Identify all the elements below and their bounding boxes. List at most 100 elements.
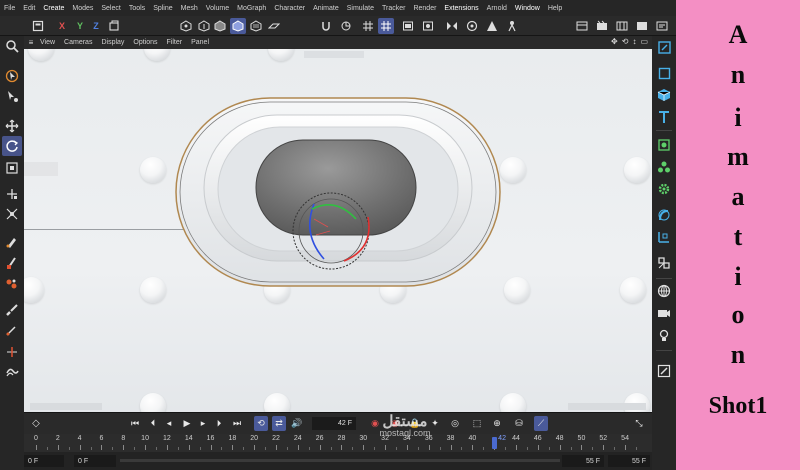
menu-animate[interactable]: Animate — [313, 5, 339, 12]
snap-icon[interactable] — [318, 18, 334, 34]
viewport-menu-options[interactable]: Options — [133, 39, 157, 46]
range-slider-track[interactable] — [120, 459, 560, 462]
sound-icon[interactable]: 🔊 — [290, 416, 304, 431]
next-key-icon[interactable]: ⏵ — [212, 416, 226, 431]
deformer-icon[interactable] — [484, 18, 500, 34]
fields-icon[interactable] — [655, 254, 673, 272]
menu-edit[interactable]: Edit — [23, 5, 35, 12]
goto-start-icon[interactable]: ⏮ — [128, 416, 142, 431]
magnet-tool-icon[interactable] — [2, 362, 22, 382]
spline-sketch-icon[interactable] — [2, 252, 22, 272]
timeline-expand-icon[interactable]: ⤡ — [632, 416, 646, 431]
open-palette-icon[interactable] — [655, 38, 673, 56]
text-object-icon[interactable] — [655, 108, 673, 126]
prev-frame-icon[interactable]: ◂ — [162, 416, 176, 431]
paint-tool-icon[interactable] — [2, 274, 22, 294]
live-selection-icon[interactable] — [2, 86, 22, 106]
menu-create[interactable]: Create — [43, 5, 64, 12]
menu-tracker[interactable]: Tracker — [382, 5, 405, 12]
undo-icon[interactable] — [30, 18, 46, 34]
layout-uv-icon[interactable] — [614, 18, 630, 34]
range-start-field[interactable]: 0 F — [74, 455, 116, 467]
dolly-icon[interactable]: ↕ — [632, 37, 636, 46]
menu-arnold[interactable]: Arnold — [487, 5, 507, 12]
placement-tool-icon[interactable] — [2, 204, 22, 224]
guide-snap-icon[interactable] — [378, 18, 394, 34]
scale-tool-icon[interactable] — [2, 158, 22, 178]
character-icon[interactable] — [504, 18, 520, 34]
knife-tool-icon[interactable] — [2, 320, 22, 340]
cloner-icon[interactable] — [655, 136, 673, 154]
3d-viewport[interactable] — [24, 49, 652, 412]
transform-tool-icon[interactable] — [2, 184, 22, 204]
menu-mesh[interactable]: Mesh — [181, 5, 198, 12]
polygon-pen-icon[interactable] — [2, 342, 22, 362]
picture-viewer-icon[interactable] — [420, 18, 436, 34]
orbit-icon[interactable]: ⟲ — [622, 37, 629, 46]
select-tool-icon[interactable] — [2, 66, 22, 86]
menu-modes[interactable]: Modes — [72, 5, 93, 12]
menu-volume[interactable]: Volume — [206, 5, 229, 12]
key-param-icon[interactable]: ⊕ — [490, 416, 504, 431]
viewport-menu-view[interactable]: View — [40, 39, 55, 46]
menu-file[interactable]: File — [4, 5, 15, 12]
play-icon[interactable]: ▶ — [180, 416, 194, 431]
texture-mode-icon[interactable] — [248, 18, 264, 34]
grid-snap-icon[interactable] — [360, 18, 376, 34]
scene-globe-icon[interactable] — [655, 282, 673, 300]
range-min-field[interactable]: 0 F — [24, 455, 64, 467]
interpolation-icon[interactable]: ⟋ — [534, 416, 548, 431]
range-end-field[interactable]: 55 F — [562, 455, 604, 467]
axis-snap-icon[interactable] — [338, 18, 354, 34]
next-frame-icon[interactable]: ▸ — [196, 416, 210, 431]
menu-character[interactable]: Character — [274, 5, 305, 12]
light-object-icon[interactable] — [655, 326, 673, 344]
lock-z-axis-button[interactable]: Z — [88, 18, 104, 34]
menu-spline[interactable]: Spline — [153, 5, 172, 12]
loop-icon[interactable]: ⟲ — [254, 416, 268, 431]
key-scale-icon[interactable]: ⬚ — [470, 416, 484, 431]
keyframe-diamond-icon[interactable]: ◇ — [24, 412, 48, 434]
viewport-menu-display[interactable]: Display — [101, 39, 124, 46]
play-mode-icon[interactable]: ⇄ — [272, 416, 286, 431]
lock-x-axis-button[interactable]: X — [54, 18, 70, 34]
model-mode-icon[interactable] — [230, 18, 246, 34]
lock-y-axis-button[interactable]: Y — [72, 18, 88, 34]
layout-animate-icon[interactable] — [594, 18, 610, 34]
range-max-field[interactable]: 55 F — [608, 455, 650, 467]
key-pla-icon[interactable]: ⛁ — [512, 416, 526, 431]
current-frame-field[interactable]: 42 F — [312, 417, 356, 430]
move-tool-icon[interactable] — [2, 116, 22, 136]
inner-pill-object[interactable] — [255, 139, 417, 236]
layout-startup-icon[interactable] — [574, 18, 590, 34]
viewport-menu-cameras[interactable]: Cameras — [64, 39, 92, 46]
layout-standard-icon[interactable] — [634, 18, 650, 34]
cube-object-icon[interactable] — [655, 86, 673, 104]
menu-mograph[interactable]: MoGraph — [237, 5, 266, 12]
layout-script-icon[interactable] — [654, 18, 670, 34]
brush-tool-icon[interactable] — [2, 300, 22, 320]
points-mode-icon[interactable] — [178, 18, 194, 34]
material-edit-icon[interactable] — [655, 362, 673, 380]
workplane-icon[interactable] — [266, 18, 282, 34]
playhead[interactable] — [492, 437, 498, 449]
rotate-tool-icon[interactable] — [2, 136, 22, 156]
sculpt-icon[interactable] — [464, 18, 480, 34]
menu-render[interactable]: Render — [413, 5, 436, 12]
prev-key-icon[interactable]: ⏴ — [146, 416, 160, 431]
viewport-menu-filter[interactable]: Filter — [167, 39, 183, 46]
menu-extensions[interactable]: Extensions — [444, 5, 478, 12]
render-view-icon[interactable] — [400, 18, 416, 34]
timeline-ruler[interactable]: 0 2 4 6 8 10 12 14 16 18 20 22 24 26 28 30 32 34 36 38 40 44 4… — [24, 434, 652, 452]
cube-outline-icon[interactable] — [655, 64, 673, 82]
zoom-search-icon[interactable] — [2, 36, 22, 56]
fracture-icon[interactable] — [655, 158, 673, 176]
polygons-mode-icon[interactable] — [212, 18, 228, 34]
camera-object-icon[interactable] — [655, 304, 673, 322]
deformer-bend-icon[interactable] — [655, 206, 673, 224]
maximize-view-icon[interactable]: ▭ — [640, 37, 648, 46]
pen-tool-icon[interactable] — [2, 232, 22, 252]
edges-mode-icon[interactable] — [196, 18, 212, 34]
mirror-icon[interactable] — [444, 18, 460, 34]
coordinate-system-icon[interactable] — [106, 18, 122, 34]
